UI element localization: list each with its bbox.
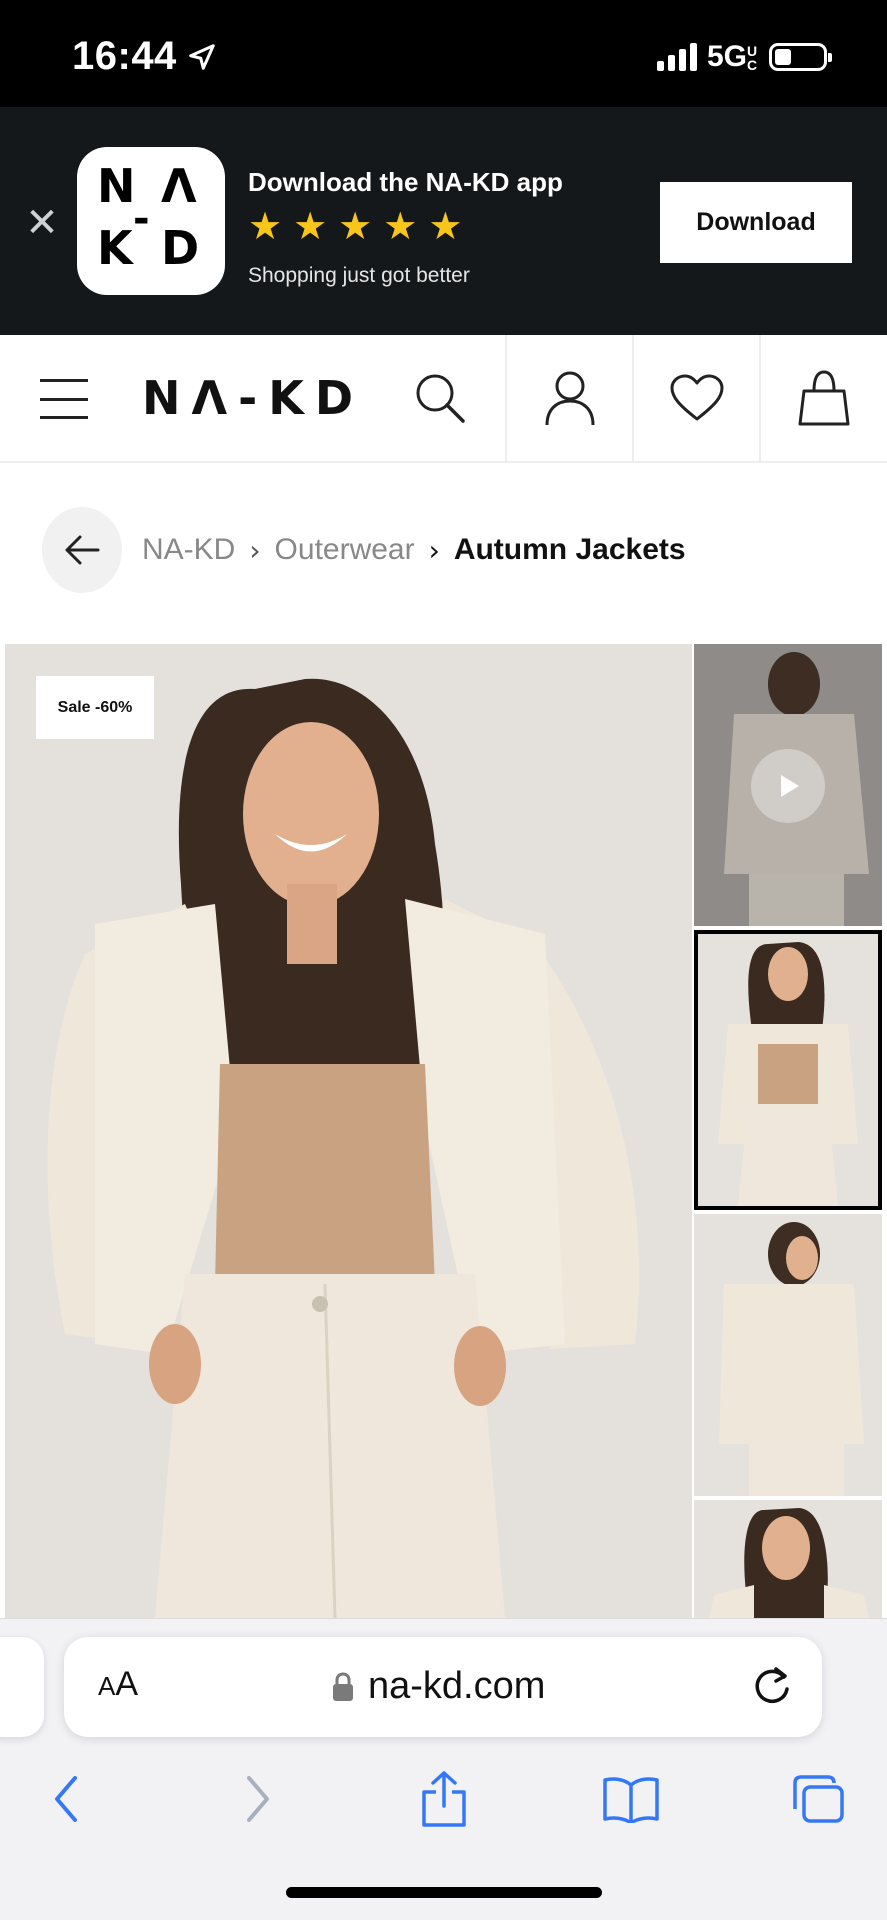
thumbnail-video[interactable] [694,644,882,926]
lock-icon [333,1671,353,1701]
site-header: NΛ-KD [0,335,887,463]
breadcrumb-home[interactable]: NA-KD [142,533,235,567]
breadcrumb-outerwear[interactable]: Outerwear [275,533,415,567]
product-photo [5,644,692,1618]
back-button[interactable] [42,507,122,593]
tabs-icon[interactable] [778,1759,858,1839]
url-display[interactable]: na-kd.com [332,1665,545,1708]
location-arrow-icon [189,43,215,70]
reload-icon[interactable] [752,1663,792,1712]
account-icon[interactable] [505,335,632,461]
forward-arrow-icon[interactable] [218,1759,298,1839]
star-icon: ★ [383,204,418,248]
play-icon[interactable] [751,749,825,823]
close-icon[interactable]: ✕ [22,203,62,243]
network-type: 5GUC [706,40,758,74]
nakd-app-icon: N Λ - K D [77,147,225,295]
share-icon[interactable] [404,1759,484,1839]
sale-badge: Sale -60% [36,676,154,739]
wishlist-heart-icon[interactable] [632,335,759,461]
home-indicator [286,1887,602,1898]
brand-logo[interactable]: NΛ-KD [142,371,364,425]
star-icon: ★ [293,204,328,248]
search-icon[interactable] [376,335,503,461]
hamburger-menu-icon[interactable] [40,379,88,419]
chevron-right-icon: › [249,533,261,567]
thumbnail-image[interactable] [694,1500,882,1618]
thumbnail-photo [694,1500,882,1618]
star-icon: ★ [338,204,373,248]
banner-subtitle: Shopping just got better [248,264,470,287]
battery-icon [769,43,832,71]
thumbnail-image[interactable] [694,1214,882,1496]
thumbnail-photo [694,1214,882,1496]
browser-bottom-bar: AA na-kd.com [0,1618,887,1920]
star-icon: ★ [428,204,463,248]
star-icon: ★ [248,204,283,248]
shopping-bag-icon[interactable] [759,335,886,461]
chevron-right-icon: › [428,533,440,567]
thumbnail-selected[interactable] [694,930,882,1210]
banner-title: Download the NA-KD app [248,167,563,197]
app-logo: N Λ - K D [97,159,200,275]
url-text: na-kd.com [368,1665,546,1707]
status-indicators: 5GUC [656,40,832,74]
back-arrow-icon [65,535,100,565]
text-size-button[interactable]: AA [98,1665,138,1704]
bookmarks-icon[interactable] [591,1759,671,1839]
app-download-banner: ✕ N Λ - K D Download the NA-KD app ★ ★ ★ ★ ★… [0,107,887,335]
download-app-button[interactable]: Download [660,182,852,263]
status-bar: 16:44 5GUC [0,0,887,107]
back-arrow-icon[interactable] [26,1759,106,1839]
breadcrumb: NA-KD › Outerwear › Autumn Jackets [42,506,686,594]
cellular-signal-icon [656,43,697,71]
product-main-image[interactable]: Sale -60% [5,644,692,1618]
breadcrumb-current: Autumn Jackets [453,533,686,566]
rating-stars: ★ ★ ★ ★ ★ [248,207,462,245]
thumbnail-photo [698,934,878,1206]
address-bar[interactable]: AA na-kd.com [64,1637,822,1737]
status-time: 16:44 [72,34,217,79]
browser-toolbar [0,1759,887,1859]
clock: 16:44 [72,34,177,78]
previous-tab-preview[interactable] [0,1637,44,1737]
